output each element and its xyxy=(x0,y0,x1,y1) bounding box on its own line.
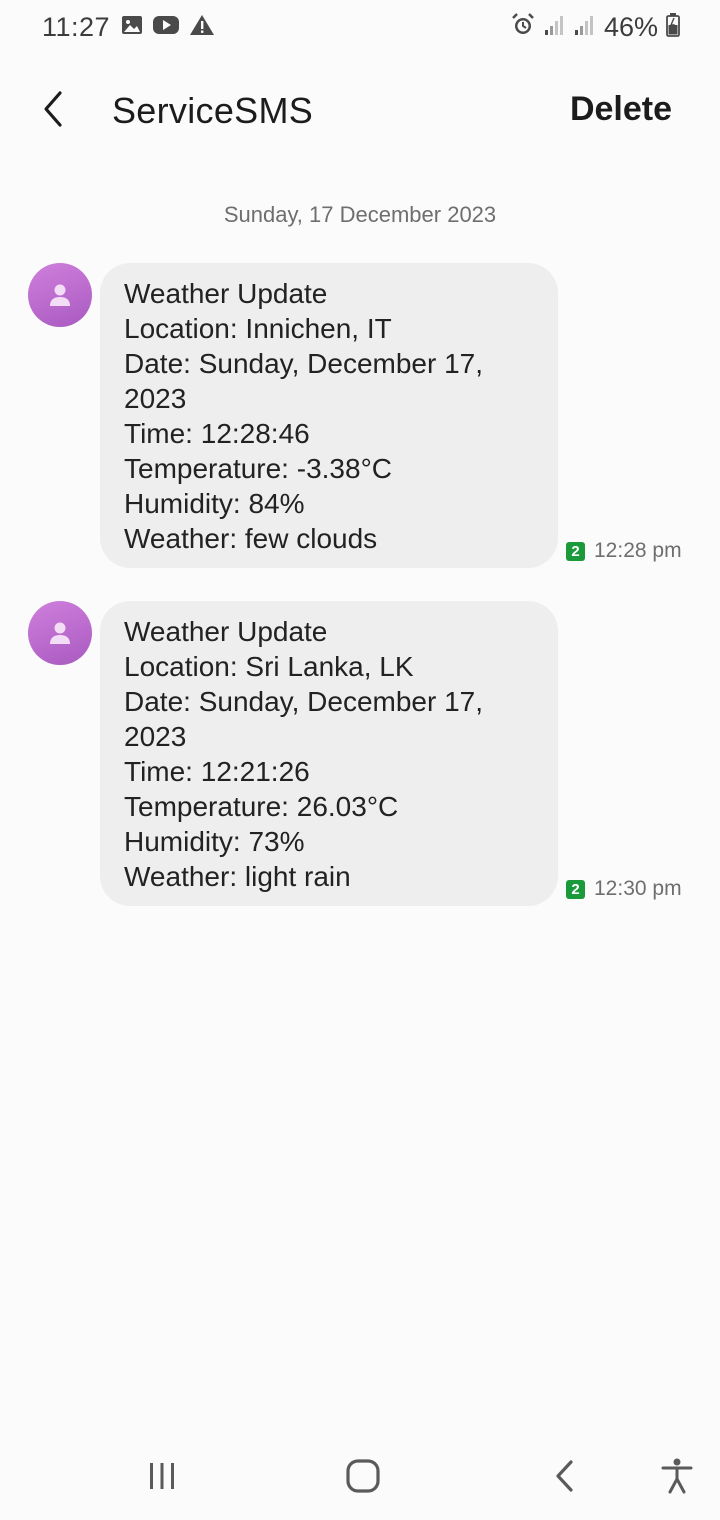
avatar[interactable] xyxy=(28,263,92,327)
notification-icons xyxy=(121,14,215,41)
message-line: Time: 12:28:46 xyxy=(124,418,310,449)
back-icon xyxy=(556,1460,573,1492)
avatar[interactable] xyxy=(28,601,92,665)
message-time: 12:28 pm xyxy=(594,539,682,562)
chevron-left-icon xyxy=(44,91,62,127)
warning-icon xyxy=(189,14,215,41)
youtube-icon xyxy=(152,14,180,41)
message-bubble[interactable]: Weather Update Location: Innichen, IT Da… xyxy=(100,263,558,568)
message-line: Date: Sunday, December 17, xyxy=(124,348,484,379)
recents-button[interactable] xyxy=(138,1452,186,1500)
message-line: Location: Sri Lanka, LK xyxy=(124,651,414,682)
sim-badge: 2 xyxy=(566,541,585,561)
back-button[interactable] xyxy=(30,86,76,132)
home-icon xyxy=(346,1459,380,1493)
home-button[interactable] xyxy=(339,1452,387,1500)
battery-percent: 46% xyxy=(603,12,658,42)
status-bar: 11:27 46% xyxy=(0,0,720,56)
message-line: Weather Update xyxy=(124,278,328,309)
system-icons: 46% xyxy=(510,12,680,43)
accessibility-button[interactable] xyxy=(653,1452,701,1500)
signal-icon xyxy=(544,14,566,41)
battery-icon xyxy=(666,13,680,42)
message-meta: 2 12:28 pm xyxy=(566,539,682,563)
message-line: Weather: light rain xyxy=(124,861,351,892)
message-meta: 2 12:30 pm xyxy=(566,877,682,901)
accessibility-icon xyxy=(661,1458,693,1494)
conversation-header: ServiceSMS Delete xyxy=(0,60,720,164)
contact-title: ServiceSMS xyxy=(112,90,314,131)
message-line: Humidity: 84% xyxy=(124,488,305,519)
person-icon xyxy=(50,622,70,644)
message-line: Date: Sunday, December 17, xyxy=(124,686,484,717)
message-time: 12:30 pm xyxy=(594,877,682,900)
status-time: 11:27 xyxy=(42,12,111,42)
recents-icon xyxy=(150,1463,174,1489)
message-line: Weather Update xyxy=(124,616,328,647)
message-line: Temperature: -3.38°C xyxy=(124,453,392,484)
alarm-icon xyxy=(510,12,536,43)
sim-badge: 2 xyxy=(566,879,585,899)
person-icon xyxy=(50,284,70,306)
message-line: Humidity: 73% xyxy=(124,826,305,857)
nav-back-button[interactable] xyxy=(541,1452,589,1500)
delete-button[interactable]: Delete xyxy=(570,90,672,129)
navigation-bar xyxy=(0,1430,720,1520)
message-line: Temperature: 26.03°C xyxy=(124,791,399,822)
screen: 11:27 46% ServiceSMS Delete Sunday, 17 D… xyxy=(0,0,720,1520)
date-separator: Sunday, 17 December 2023 xyxy=(223,202,497,227)
signal-icon xyxy=(574,14,596,41)
message-line: Time: 12:21:26 xyxy=(124,756,310,787)
message-line: Location: Innichen, IT xyxy=(124,313,392,344)
message-line: 2023 xyxy=(124,721,187,752)
message-bubble[interactable]: Weather Update Location: Sri Lanka, LK D… xyxy=(100,601,558,906)
message-line: Weather: few clouds xyxy=(124,523,378,554)
gallery-icon xyxy=(121,14,143,41)
message-line: 2023 xyxy=(124,383,187,414)
